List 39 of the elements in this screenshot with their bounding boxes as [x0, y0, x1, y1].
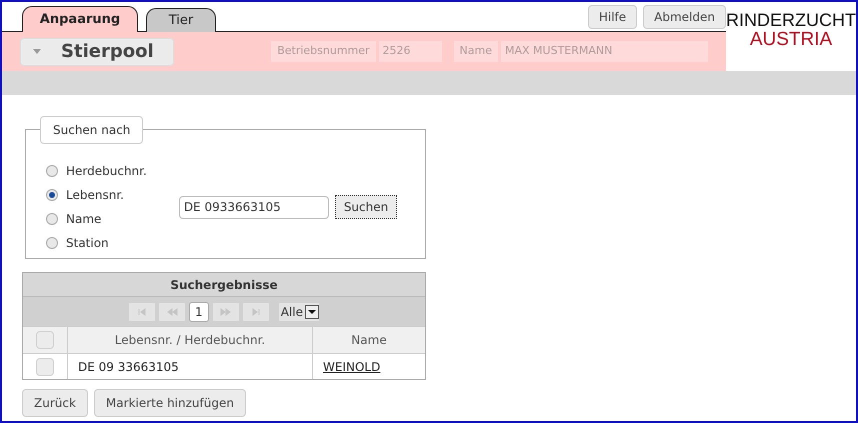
dropdown-icon	[304, 304, 319, 318]
menu-dropdown[interactable]: Stierpool	[20, 38, 174, 66]
table-cell: DE 09 33663105	[68, 354, 313, 379]
page-number[interactable]: 1	[189, 302, 209, 322]
column-header: Lebensnr. / Herdebuchnr.	[68, 327, 313, 353]
page-size-select[interactable]: Alle	[278, 302, 319, 320]
field-value: 2526	[378, 41, 442, 62]
first-page-icon[interactable]	[129, 302, 156, 320]
next-page-icon[interactable]	[212, 302, 239, 320]
caret-icon	[33, 49, 41, 54]
tab[interactable]: Tier	[146, 8, 216, 32]
radio-option[interactable]: Herdebuchnr.	[46, 162, 147, 180]
field-label: Name	[454, 41, 498, 62]
search-field[interactable]: DE 0933663105	[178, 196, 329, 218]
prev-page-icon[interactable]	[159, 302, 186, 320]
tab[interactable]: Anpaarung	[22, 6, 138, 32]
radio-button[interactable]	[46, 189, 58, 201]
radio-option[interactable]: Lebensnr.	[46, 186, 147, 204]
search-button[interactable]: Suchen	[334, 195, 398, 219]
column-header: Name	[350, 332, 388, 349]
radio-option[interactable]: Name	[46, 210, 147, 228]
field-label: Betriebsnummer	[271, 41, 376, 62]
header-button[interactable]: Abmelden	[643, 5, 726, 29]
panel-legend: Suchen nach	[40, 116, 144, 144]
radio-button[interactable]	[46, 237, 58, 249]
radio-button[interactable]	[46, 165, 58, 177]
name-link[interactable]: WEINOLD	[323, 358, 380, 376]
logo-text: AUSTRIA	[750, 30, 832, 49]
header-button[interactable]: Hilfe	[588, 5, 638, 29]
radio-option[interactable]: Station	[46, 234, 147, 252]
table-title: Suchergebnisse	[23, 273, 425, 297]
checkbox[interactable]	[36, 358, 54, 376]
radio-button[interactable]	[46, 213, 58, 225]
action-button[interactable]: Zurück	[22, 389, 88, 417]
last-page-icon[interactable]	[242, 302, 269, 320]
logo-text: RINDERZUCHT	[726, 11, 856, 30]
field-value: MAX MUSTERMANN	[501, 41, 708, 62]
action-button[interactable]: Markierte hinzufügen	[94, 389, 246, 417]
checkbox[interactable]	[36, 331, 54, 349]
